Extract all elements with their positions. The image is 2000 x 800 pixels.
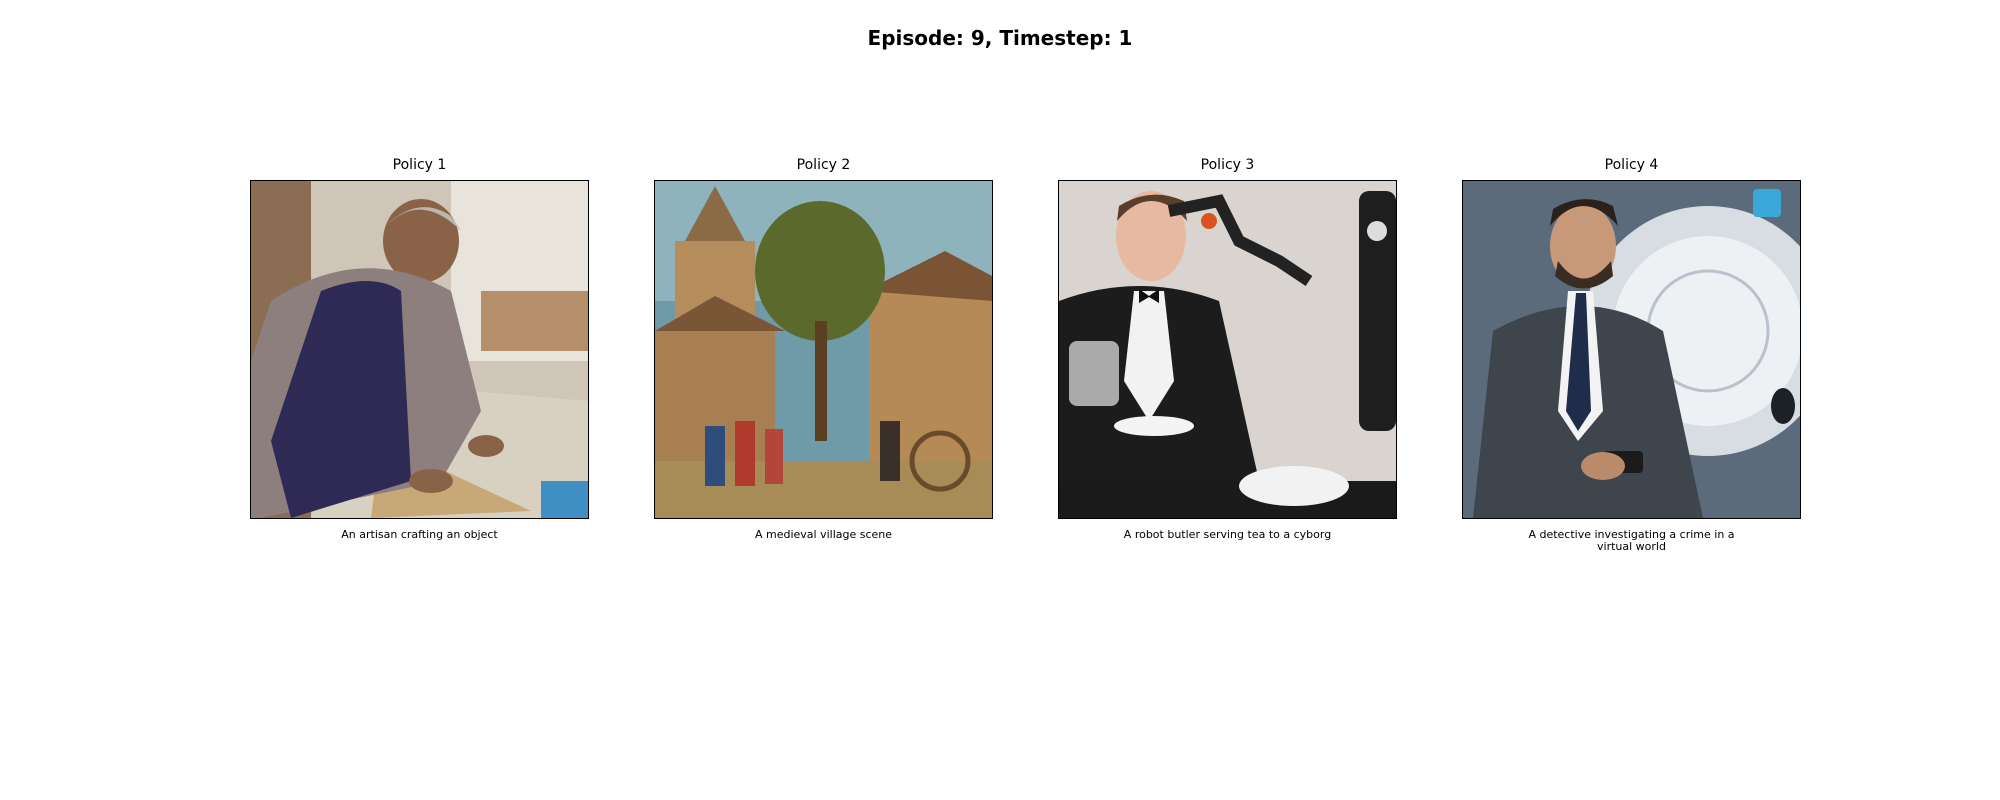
policy-panel-1: Policy 1 An artisan crafting an object [250,155,589,541]
panel-caption: A medieval village scene [754,528,893,541]
panel-caption: A detective investigating a crime in a v… [1528,528,1735,553]
panel-caption: A robot butler serving tea to a cyborg [1123,528,1332,541]
figure-title: Episode: 9, Timestep: 1 [867,26,1133,50]
panel-title: Policy 3 [1200,157,1255,173]
policy-panel-2: Policy 2 A medieval village scene [654,155,993,541]
panel-title: Policy 1 [392,157,447,173]
artisan-image [250,180,589,519]
policy-panel-4: Policy 4 A detective investigating a cri… [1462,155,1801,553]
policy-panel-3: Policy 3 A robot butler serving tea to a… [1058,155,1397,541]
panel-title: Policy 4 [1604,157,1659,173]
panel-title: Policy 2 [796,157,851,173]
panel-caption: An artisan crafting an object [341,528,498,541]
robot-butler-image [1058,180,1397,519]
medieval-village-image [654,180,993,519]
detective-image [1462,180,1801,519]
